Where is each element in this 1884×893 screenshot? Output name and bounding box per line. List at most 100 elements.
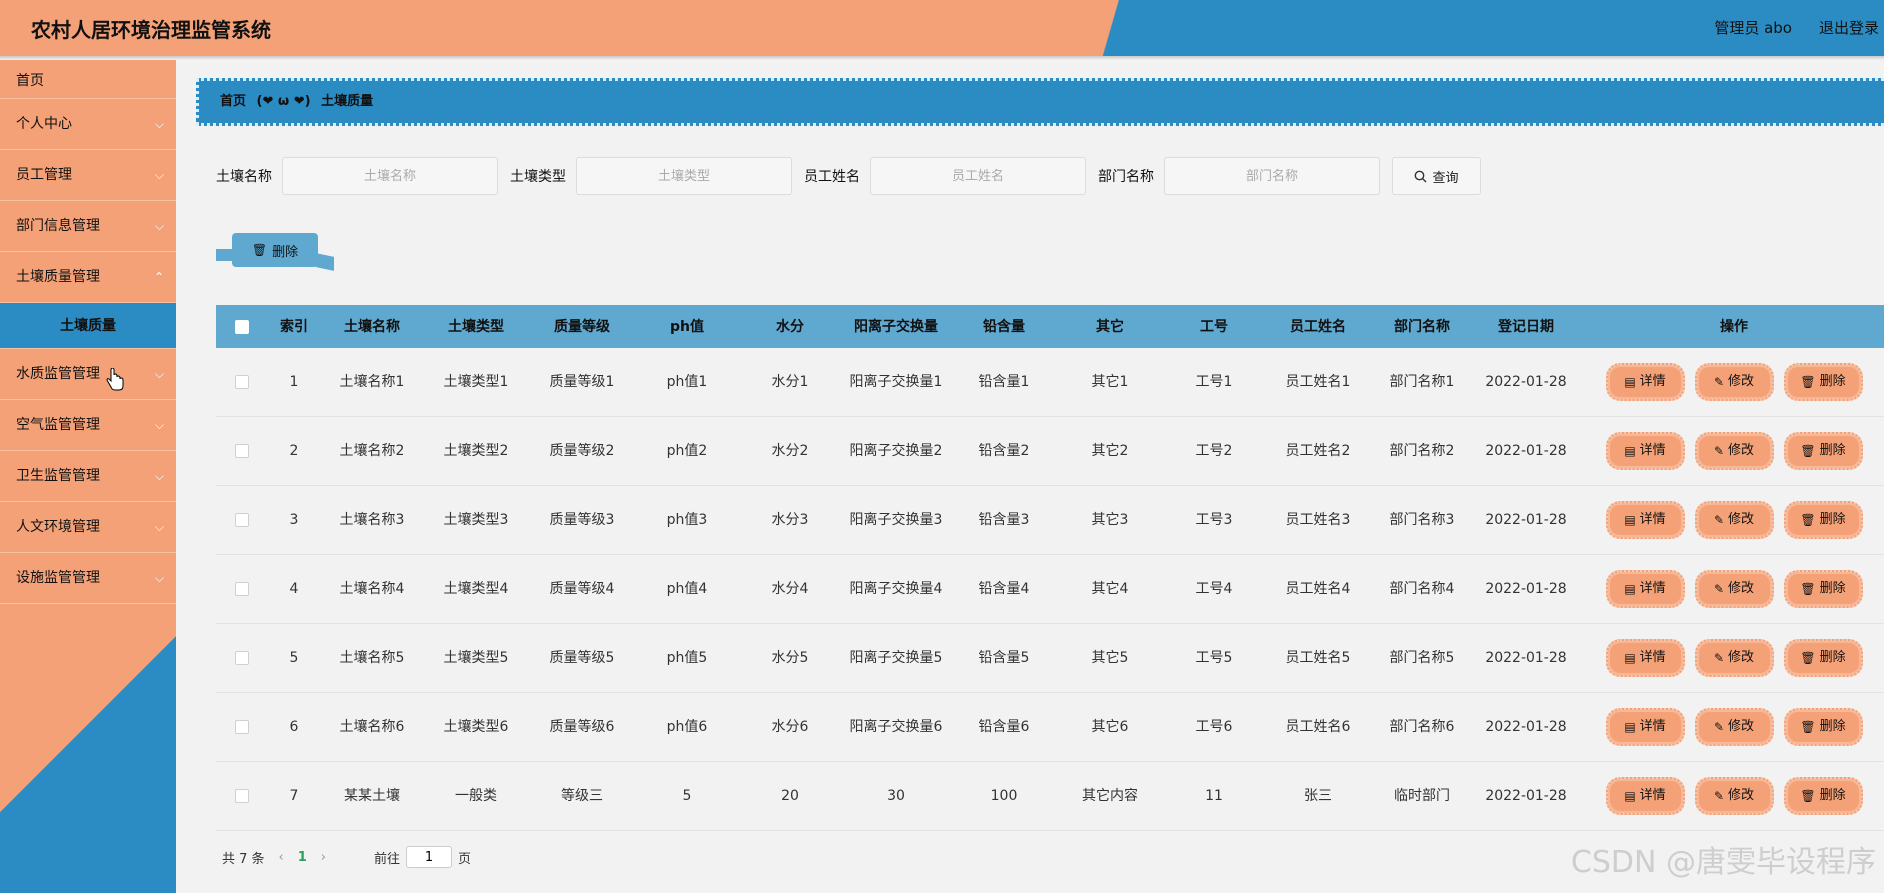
row-checkbox[interactable]	[235, 789, 249, 803]
department-name-input[interactable]	[1164, 157, 1380, 195]
edit-label: 修改	[1728, 719, 1755, 734]
cell-lead-content: 铅含量1	[978, 374, 1030, 390]
goto-page-input[interactable]	[406, 846, 453, 868]
batch-delete-button[interactable]: 🗑 删除	[232, 233, 318, 267]
soil-type-input[interactable]	[576, 157, 792, 195]
cell-moisture: 水分2	[771, 443, 809, 459]
cell-department: 部门名称1	[1389, 374, 1455, 390]
edit-button[interactable]: ✎ 修改	[1694, 777, 1774, 815]
edit-button[interactable]: ✎ 修改	[1694, 432, 1774, 470]
cell-other: 其它内容	[1082, 788, 1138, 804]
cell-soil-type: 土壤类型6	[443, 719, 509, 735]
delete-button[interactable]: 🗑 删除	[1783, 501, 1863, 539]
row-checkbox[interactable]	[235, 582, 249, 596]
cell-soil-name: 土壤名称1	[339, 374, 405, 390]
select-all-checkbox[interactable]	[235, 319, 249, 334]
table-row: 6 土壤名称6 土壤类型6 质量等级6 ph值6 水分6 阳离子交换量6 铅含量6 其它6 工号6…	[216, 693, 1884, 762]
cell-soil-name: 土壤名称5	[339, 650, 405, 666]
delete-button[interactable]: 🗑 删除	[1783, 708, 1863, 746]
delete-button[interactable]: 🗑 删除	[1783, 432, 1863, 470]
trash-icon: 🗑	[1800, 720, 1816, 734]
sidebar-item-facilities[interactable]: 设施监管管理 ⌵	[0, 553, 176, 604]
trash-icon: 🗑	[251, 243, 268, 257]
breadcrumb-home[interactable]: 首页	[220, 94, 246, 109]
top-header: 农村人居环境治理监管系统 管理员 abo 退出登录	[0, 0, 1884, 56]
sidebar-item-personal-center[interactable]: 个人中心 ⌵	[0, 99, 176, 150]
search-button[interactable]: 查询	[1392, 157, 1481, 195]
detail-button[interactable]: ▤ 详情	[1605, 432, 1685, 470]
sidebar-item-sanitation[interactable]: 卫生监管管理 ⌵	[0, 451, 176, 502]
sidebar-subitem-soil-quality[interactable]: 土壤质量	[0, 303, 176, 349]
edit-button[interactable]: ✎ 修改	[1694, 570, 1774, 608]
cell-index: 6	[289, 719, 299, 735]
row-checkbox[interactable]	[235, 651, 249, 665]
prev-page-button[interactable]: ‹	[279, 850, 284, 865]
edit-button[interactable]: ✎ 修改	[1694, 363, 1774, 401]
cell-date: 2022-01-28	[1485, 788, 1567, 804]
cell-ph: 5	[682, 788, 692, 804]
delete-button[interactable]: 🗑 删除	[1783, 363, 1863, 401]
logout-link[interactable]: 退出登录	[1819, 17, 1879, 38]
chevron-down-icon: ⌵	[154, 571, 164, 585]
delete-label: 删除	[1819, 443, 1846, 458]
cell-date: 2022-01-28	[1485, 719, 1567, 735]
delete-button[interactable]: 🗑 删除	[1783, 570, 1863, 608]
batch-delete-label: 删除	[272, 244, 299, 260]
sidebar-item-water[interactable]: 水质监管管理 ⌵	[0, 349, 176, 400]
row-select-cell	[216, 651, 268, 665]
sidebar-item-employee[interactable]: 员工管理 ⌵	[0, 150, 176, 201]
edit-button[interactable]: ✎ 修改	[1694, 639, 1774, 677]
page-unit-label: 页	[458, 851, 472, 867]
row-checkbox[interactable]	[235, 513, 249, 527]
sidebar-item-soil-management[interactable]: 土壤质量管理 ⌃	[0, 252, 176, 303]
row-checkbox[interactable]	[235, 720, 249, 734]
employee-name-input[interactable]	[870, 157, 1086, 195]
detail-label: 详情	[1639, 443, 1666, 458]
row-actions: ▤ 详情 ✎ 修改 🗑 删除	[1578, 501, 1884, 539]
edit-button[interactable]: ✎ 修改	[1694, 708, 1774, 746]
cell-employee-name: 员工姓名1	[1285, 374, 1351, 390]
sidebar-item-label: 人文环境管理	[16, 519, 100, 535]
row-checkbox[interactable]	[235, 444, 249, 458]
sidebar-item-label: 员工管理	[16, 167, 72, 183]
detail-button[interactable]: ▤ 详情	[1605, 777, 1685, 815]
detail-button[interactable]: ▤ 详情	[1605, 501, 1685, 539]
delete-button[interactable]: 🗑 删除	[1783, 639, 1863, 677]
detail-button[interactable]: ▤ 详情	[1605, 363, 1685, 401]
cell-lead-content: 铅含量2	[978, 443, 1030, 459]
pencil-icon: ✎	[1713, 720, 1725, 734]
cell-index: 7	[289, 788, 299, 804]
table-row: 3 土壤名称3 土壤类型3 质量等级3 ph值3 水分3 阳离子交换量3 铅含量3 其它3 工号3…	[216, 486, 1884, 555]
cell-moisture: 水分4	[771, 581, 809, 597]
delete-button[interactable]: 🗑 删除	[1783, 777, 1863, 815]
cell-soil-type: 土壤类型4	[443, 581, 509, 597]
delete-label: 删除	[1819, 650, 1846, 665]
header-ph: ph值	[670, 318, 704, 335]
breadcrumb-current: 土壤质量	[321, 94, 374, 109]
header-moisture: 水分	[776, 318, 804, 335]
pencil-icon: ✎	[1713, 444, 1725, 458]
detail-button[interactable]: ▤ 详情	[1605, 639, 1685, 677]
sidebar-item-humanities[interactable]: 人文环境管理 ⌵	[0, 502, 176, 553]
detail-label: 详情	[1639, 719, 1666, 734]
next-page-button[interactable]: ›	[321, 850, 326, 865]
edit-button[interactable]: ✎ 修改	[1694, 501, 1774, 539]
cell-employee-no: 工号4	[1195, 581, 1233, 597]
chevron-down-icon: ⌵	[154, 520, 164, 534]
delete-label: 删除	[1819, 581, 1846, 596]
pencil-icon: ✎	[1713, 582, 1725, 596]
detail-button[interactable]: ▤ 详情	[1605, 708, 1685, 746]
cell-other: 其它5	[1091, 650, 1129, 666]
sidebar-item-home[interactable]: 首页	[0, 60, 176, 99]
button-ribbon-right	[316, 253, 334, 271]
soil-name-input[interactable]	[282, 157, 498, 195]
cell-lead-content: 铅含量4	[978, 581, 1030, 597]
cell-employee-no: 工号6	[1195, 719, 1233, 735]
sidebar-item-department[interactable]: 部门信息管理 ⌵	[0, 201, 176, 252]
table-body: 1 土壤名称1 土壤类型1 质量等级1 ph值1 水分1 阳离子交换量1 铅含量1 其它1 工号1…	[216, 348, 1884, 831]
row-select-cell	[216, 582, 268, 596]
detail-button[interactable]: ▤ 详情	[1605, 570, 1685, 608]
page-number-current[interactable]: 1	[298, 850, 307, 865]
sidebar-item-air[interactable]: 空气监管管理 ⌵	[0, 400, 176, 451]
row-checkbox[interactable]	[235, 375, 249, 389]
